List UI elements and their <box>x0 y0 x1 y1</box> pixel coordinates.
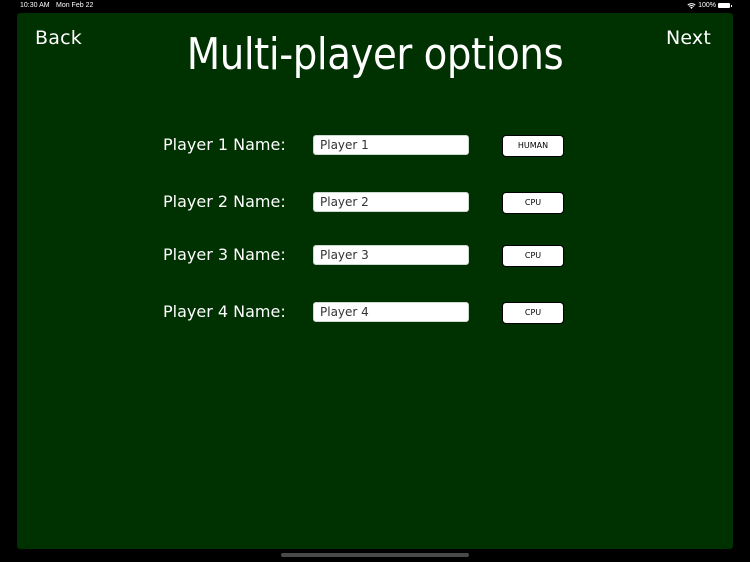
main-panel: Back Multi-player options Next Player 1 … <box>17 13 733 549</box>
status-time: 10:30 AM <box>20 2 50 9</box>
player-row-2: Player 2 Name: CPU <box>17 190 733 214</box>
player-row-1: Player 1 Name: HUMAN <box>17 133 733 157</box>
status-bar: 10:30 AM Mon Feb 22 100% <box>0 0 750 12</box>
wifi-icon <box>687 2 696 9</box>
player-3-name-input[interactable] <box>313 245 469 265</box>
status-indicators: 100% <box>687 2 732 9</box>
status-date: Mon Feb 22 <box>56 2 94 9</box>
page-title: Multi-player options <box>186 29 564 80</box>
player-2-name-input[interactable] <box>313 192 469 212</box>
player-1-name-input[interactable] <box>313 135 469 155</box>
player-2-type-button[interactable]: CPU <box>502 192 564 214</box>
player-1-type-button[interactable]: HUMAN <box>502 135 564 157</box>
player-row-4: Player 4 Name: CPU <box>17 300 733 324</box>
battery-percent: 100% <box>698 2 716 9</box>
battery-icon <box>718 3 732 8</box>
player-row-3: Player 3 Name: CPU <box>17 243 733 267</box>
player-3-type-button[interactable]: CPU <box>502 245 564 267</box>
player-1-label: Player 1 Name: <box>163 135 286 154</box>
player-2-label: Player 2 Name: <box>163 192 286 211</box>
home-indicator[interactable] <box>281 553 469 557</box>
player-4-label: Player 4 Name: <box>163 302 286 321</box>
next-button[interactable]: Next <box>666 27 711 49</box>
player-4-name-input[interactable] <box>313 302 469 322</box>
player-3-label: Player 3 Name: <box>163 245 286 264</box>
player-4-type-button[interactable]: CPU <box>502 302 564 324</box>
